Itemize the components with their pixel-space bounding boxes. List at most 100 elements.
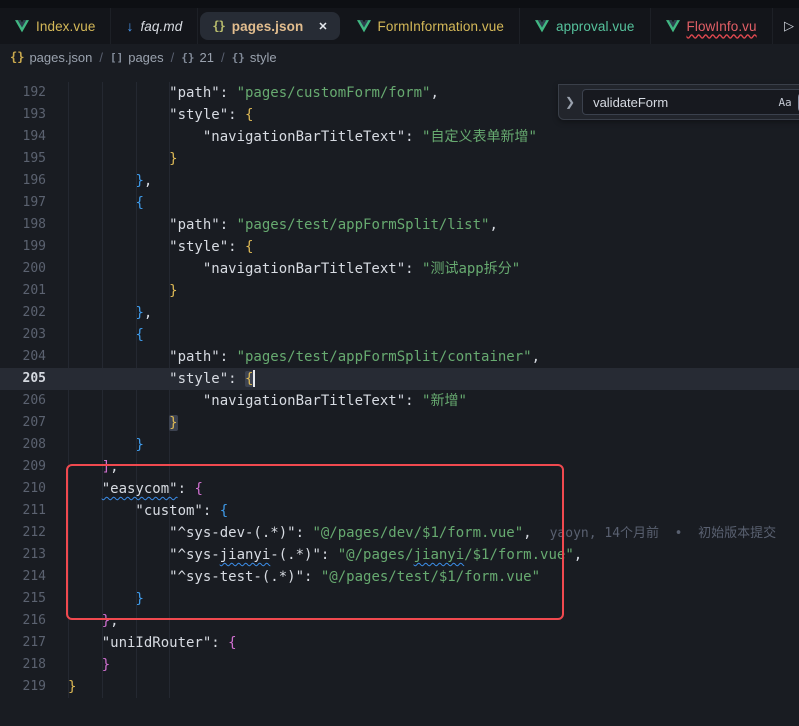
- code-line-194[interactable]: 194 "navigationBarTitleText": "自定义表单新增": [0, 126, 799, 148]
- line-number[interactable]: 213: [0, 544, 46, 566]
- code-line-212[interactable]: 212 "^sys-dev-(.*)": "@/pages/dev/$1/for…: [0, 522, 799, 544]
- line-number[interactable]: 192: [0, 82, 46, 104]
- line-number[interactable]: 212: [0, 522, 46, 544]
- line-number[interactable]: 218: [0, 654, 46, 676]
- code-token: ,: [110, 459, 118, 475]
- line-number[interactable]: 196: [0, 170, 46, 192]
- breadcrumb-label: 21: [200, 50, 214, 65]
- code-line-216[interactable]: 216 },: [0, 610, 799, 632]
- line-number[interactable]: 219: [0, 676, 46, 698]
- code-token: {: [194, 481, 202, 497]
- tab-flowinfo-vu[interactable]: FlowInfo.vu: [651, 8, 773, 44]
- tab-forminformation-vue[interactable]: FormInformation.vue: [342, 8, 520, 44]
- breadcrumb-item-21[interactable]: {} 21: [181, 50, 214, 65]
- line-number[interactable]: 216: [0, 610, 46, 632]
- code-token: {: [220, 503, 228, 519]
- code-token: ]: [102, 459, 110, 475]
- code-line-204[interactable]: 204 "path": "pages/test/appFormSplit/con…: [0, 346, 799, 368]
- code-token: [68, 437, 135, 453]
- code-line-199[interactable]: 199 "style": {: [0, 236, 799, 258]
- code-token: "navigationBarTitleText":: [68, 261, 422, 277]
- line-number[interactable]: 210: [0, 478, 46, 500]
- line-number[interactable]: 214: [0, 566, 46, 588]
- breadcrumb-item-style[interactable]: {}style: [232, 50, 277, 65]
- code-line-208[interactable]: 208 }: [0, 434, 799, 456]
- code-lines[interactable]: 192 "path": "pages/customForm/form",193 …: [0, 82, 799, 698]
- code-line-214[interactable]: 214 "^sys-test-(.*)": "@/pages/test/$1/f…: [0, 566, 799, 588]
- code-line-198[interactable]: 198 "path": "pages/test/appFormSplit/lis…: [0, 214, 799, 236]
- line-number[interactable]: 203: [0, 324, 46, 346]
- code-token: /$1/form.vue": [464, 547, 574, 563]
- find-input-box: Aa ab .*: [582, 89, 799, 115]
- line-number[interactable]: 201: [0, 280, 46, 302]
- breadcrumb-item-pages[interactable]: []pages: [110, 50, 164, 65]
- line-number[interactable]: 204: [0, 346, 46, 368]
- code-line-205[interactable]: 205 "style": {: [0, 368, 799, 390]
- code-editor[interactable]: 192 "path": "pages/customForm/form",193 …: [0, 70, 799, 726]
- json-braces-icon: {}: [212, 19, 224, 33]
- line-number[interactable]: 209: [0, 456, 46, 478]
- find-input[interactable]: [591, 94, 771, 111]
- code-token: {: [228, 635, 236, 651]
- line-number[interactable]: 206: [0, 390, 46, 412]
- line-number[interactable]: 193: [0, 104, 46, 126]
- close-icon[interactable]: ✕: [318, 20, 327, 33]
- code-line-218[interactable]: 218 }: [0, 654, 799, 676]
- code-line-206[interactable]: 206 "navigationBarTitleText": "新增": [0, 390, 799, 412]
- code-line-207[interactable]: 207 }: [0, 412, 799, 434]
- breadcrumb-separator: /: [171, 50, 175, 65]
- line-number[interactable]: 194: [0, 126, 46, 148]
- code-token: }: [135, 305, 143, 321]
- line-number[interactable]: 198: [0, 214, 46, 236]
- tab-index-vue[interactable]: Index.vue: [0, 8, 111, 44]
- code-line-197[interactable]: 197 {: [0, 192, 799, 214]
- code-token: }: [135, 173, 143, 189]
- line-number[interactable]: 208: [0, 434, 46, 456]
- braces-icon: {}: [181, 51, 194, 64]
- code-token: ,: [532, 349, 540, 365]
- code-line-213[interactable]: 213 "^sys-jianyi-(.*)": "@/pages/jianyi/…: [0, 544, 799, 566]
- line-number[interactable]: 197: [0, 192, 46, 214]
- code-token: "^sys-: [68, 547, 220, 563]
- tab-overflow-chevron-icon[interactable]: ▷: [781, 8, 797, 44]
- code-line-201[interactable]: 201 }: [0, 280, 799, 302]
- breadcrumb-item-pages-json[interactable]: {}pages.json: [10, 50, 92, 65]
- code-line-211[interactable]: 211 "custom": {: [0, 500, 799, 522]
- code-line-200[interactable]: 200 "navigationBarTitleText": "测试app拆分": [0, 258, 799, 280]
- code-token: {: [245, 239, 253, 255]
- tab-approval-vue[interactable]: approval.vue: [520, 8, 651, 44]
- code-token: ,: [144, 305, 152, 321]
- tab-label: FormInformation.vue: [378, 19, 504, 34]
- vue-icon: [535, 20, 549, 33]
- code-line-217[interactable]: 217 "uniIdRouter": {: [0, 632, 799, 654]
- code-line-196[interactable]: 196 },: [0, 170, 799, 192]
- line-number[interactable]: 202: [0, 302, 46, 324]
- code-token: [68, 613, 102, 629]
- match-case-toggle[interactable]: Aa: [774, 93, 796, 112]
- line-number[interactable]: 211: [0, 500, 46, 522]
- line-number[interactable]: 200: [0, 258, 46, 280]
- code-line-203[interactable]: 203 {: [0, 324, 799, 346]
- tab-faq-md[interactable]: ↓faq.md: [111, 8, 198, 44]
- code-token: ,: [430, 85, 438, 101]
- find-expand-chevron-icon[interactable]: ❯: [563, 95, 577, 109]
- code-token: }: [135, 591, 143, 607]
- tab-pages-json[interactable]: {}pages.json✕: [200, 12, 339, 40]
- code-line-215[interactable]: 215 }: [0, 588, 799, 610]
- line-number[interactable]: 217: [0, 632, 46, 654]
- code-line-209[interactable]: 209 ],: [0, 456, 799, 478]
- code-line-202[interactable]: 202 },: [0, 302, 799, 324]
- code-line-219[interactable]: 219}: [0, 676, 799, 698]
- line-number[interactable]: 215: [0, 588, 46, 610]
- breadcrumb-label: style: [250, 50, 277, 65]
- line-number[interactable]: 199: [0, 236, 46, 258]
- breadcrumb-separator: /: [99, 50, 103, 65]
- code-line-195[interactable]: 195 }: [0, 148, 799, 170]
- line-number[interactable]: 195: [0, 148, 46, 170]
- code-line-210[interactable]: 210 "easycom": {: [0, 478, 799, 500]
- line-number[interactable]: 207: [0, 412, 46, 434]
- code-token: "uniIdRouter":: [68, 635, 228, 651]
- line-number[interactable]: 205: [0, 368, 46, 390]
- code-token: [68, 283, 169, 299]
- markdown-arrow-icon: ↓: [126, 18, 133, 34]
